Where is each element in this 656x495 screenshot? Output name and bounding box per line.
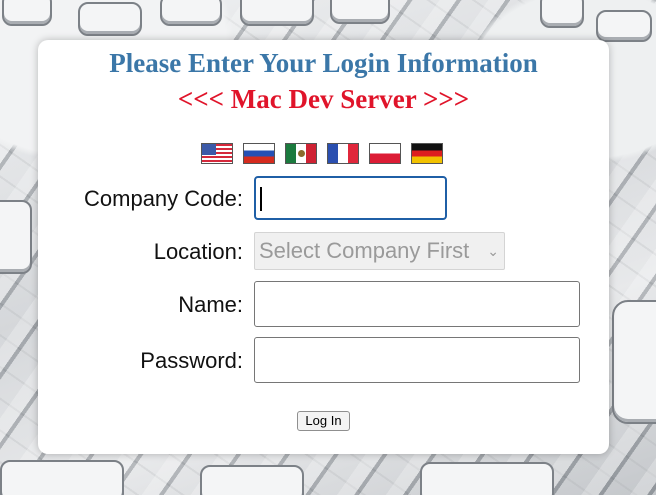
password-label: Password: — [140, 348, 243, 373]
name-input[interactable] — [254, 281, 580, 327]
chevron-down-icon: ⌄ — [487, 243, 499, 259]
background-key — [240, 0, 314, 26]
password-row: Password: — [38, 337, 609, 383]
background-key — [612, 300, 656, 424]
france-flag-icon[interactable] — [327, 143, 359, 164]
germany-flag-icon[interactable] — [411, 143, 443, 164]
login-panel: Please Enter Your Login Information <<< … — [38, 40, 609, 454]
location-row: Location: Select Company First ⌄ — [38, 232, 609, 270]
background-key — [420, 462, 554, 495]
background-key — [160, 0, 222, 26]
background-key — [2, 0, 52, 26]
mexico-flag-icon[interactable] — [285, 143, 317, 164]
russia-flag-icon[interactable] — [243, 143, 275, 164]
poland-flag-icon[interactable] — [369, 143, 401, 164]
name-row: Name: — [38, 281, 609, 327]
location-label: Location: — [153, 239, 243, 264]
location-select[interactable]: Select Company First ⌄ — [254, 232, 505, 270]
server-name: <<< Mac Dev Server >>> — [177, 84, 470, 114]
language-selector — [201, 143, 443, 164]
page-title: Please Enter Your Login Information — [109, 48, 538, 78]
background-key — [540, 0, 584, 28]
us-flag-icon[interactable] — [201, 143, 233, 164]
name-label: Name: — [178, 292, 243, 317]
background-key — [596, 10, 652, 42]
background-key — [0, 200, 32, 274]
company-code-input[interactable] — [254, 176, 447, 220]
text-caret — [260, 187, 262, 211]
company-code-label: Company Code: — [84, 186, 243, 211]
background-key — [0, 460, 124, 495]
location-selected-value: Select Company First — [259, 238, 470, 263]
login-button[interactable]: Log In — [297, 411, 350, 431]
background-key — [330, 0, 390, 24]
company-code-row: Company Code: — [38, 176, 609, 220]
password-input[interactable] — [254, 337, 580, 383]
background-key — [200, 465, 304, 495]
background-key — [78, 2, 142, 36]
